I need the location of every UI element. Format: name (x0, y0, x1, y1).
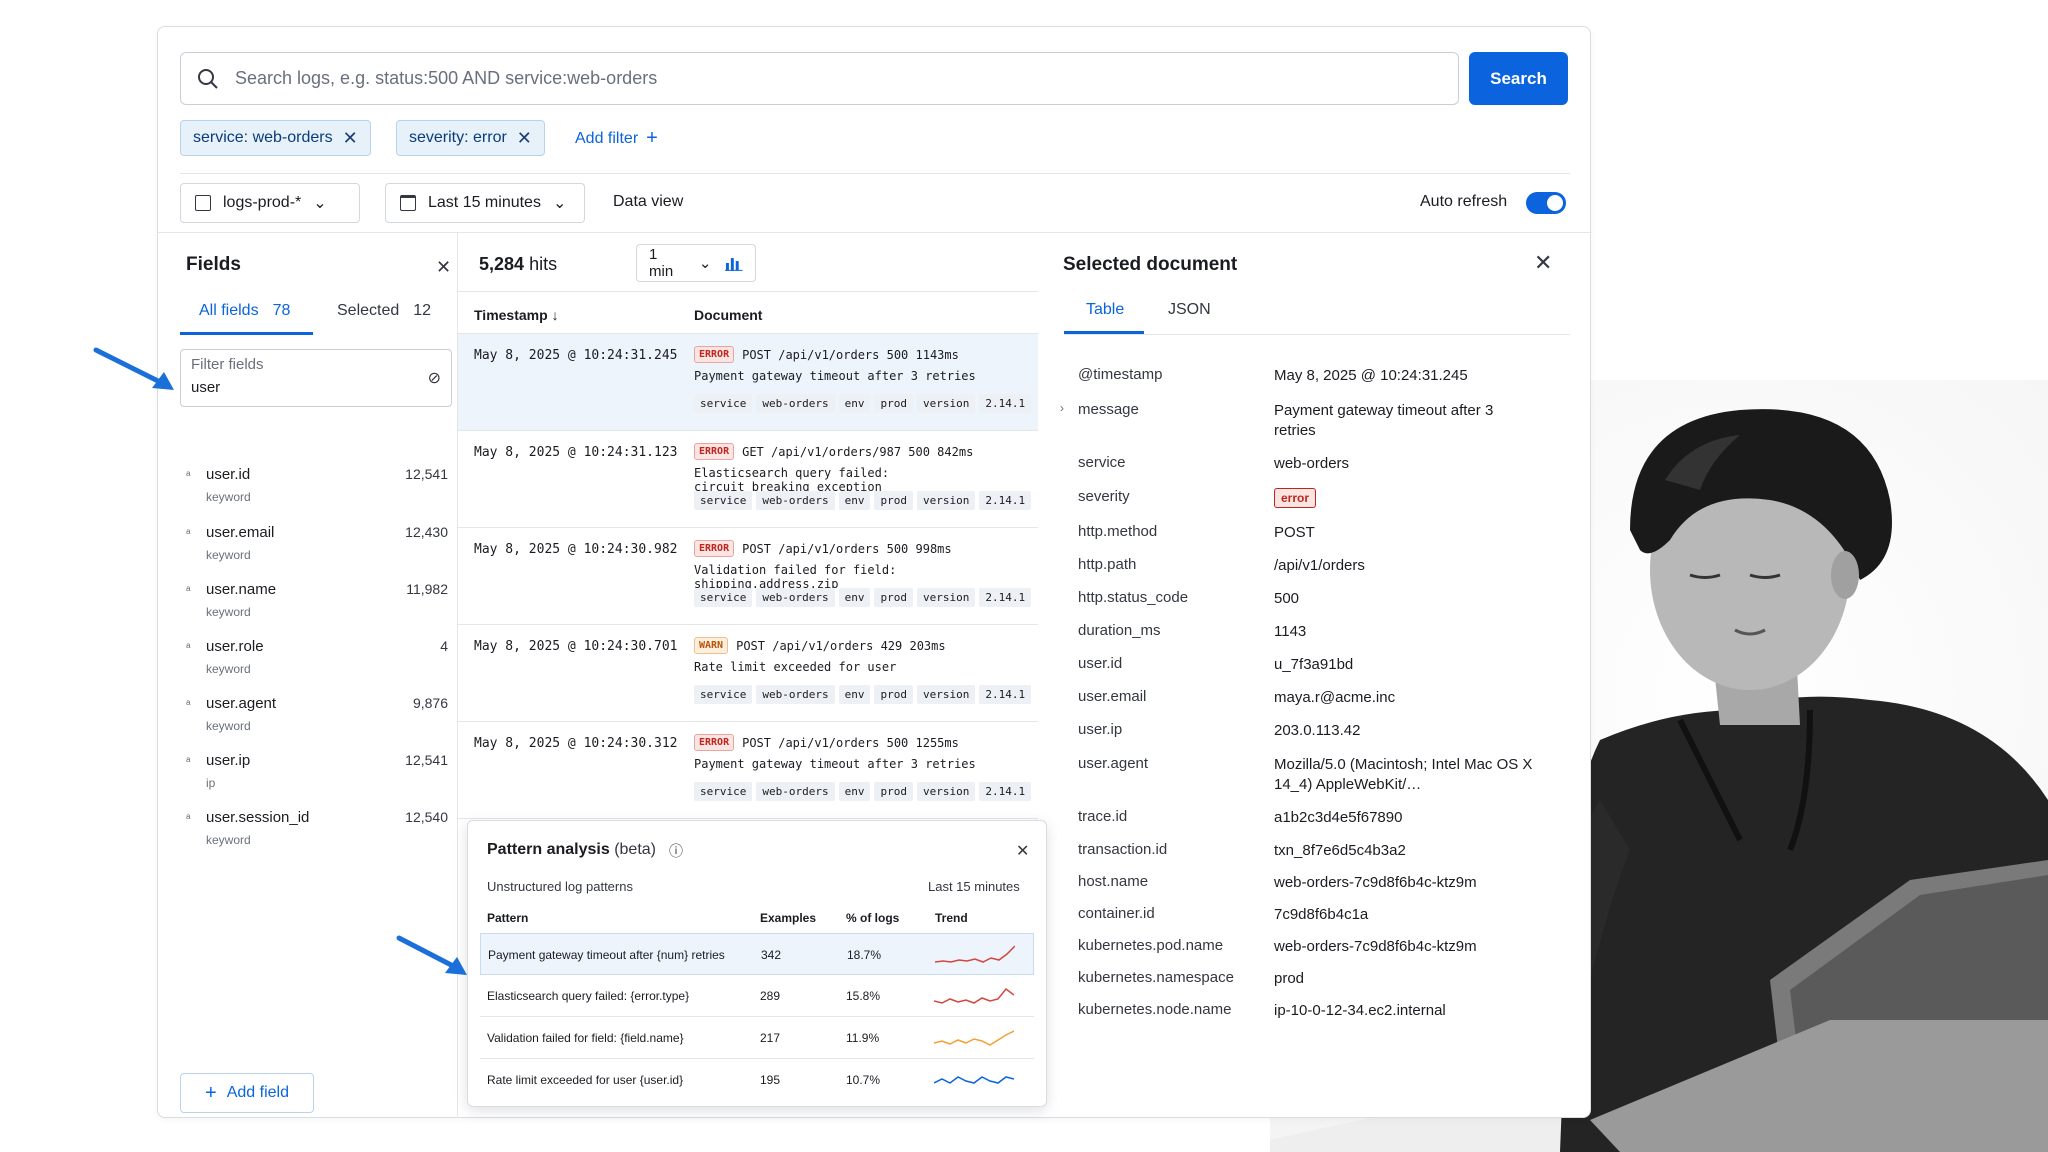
pattern-row[interactable]: Elasticsearch query failed: {error.type}… (480, 975, 1034, 1017)
checkbox-icon (195, 195, 211, 211)
log-explorer-panel: Search service: web-orders ✕ severity: e… (157, 26, 1592, 1118)
remove-filter-icon[interactable]: ✕ (343, 128, 358, 149)
annotation-arrow-icon (396, 935, 467, 975)
search-bar (180, 52, 1459, 105)
field-item-user-role[interactable]: ᵃ user.role keyword 4 (186, 638, 448, 694)
search-icon (198, 68, 218, 89)
tab-table[interactable]: Table (1086, 301, 1124, 319)
tab-selected-fields[interactable]: Selected 12 (337, 302, 431, 320)
plus-icon: + (205, 1081, 217, 1104)
trend-sparkline (935, 945, 1015, 963)
field-type-icon: ᵃ (186, 583, 191, 597)
plus-icon: + (646, 127, 658, 149)
auto-refresh-toggle[interactable] (1526, 192, 1566, 214)
log-row[interactable]: May 8, 2025 @ 10:24:30.701 WARN POST /api… (458, 625, 1038, 722)
search-button[interactable]: Search (1469, 52, 1568, 105)
tab-json[interactable]: JSON (1168, 301, 1211, 319)
selected-document-panel: Selected document ✕ Table JSON @timestam… (1038, 232, 1592, 1118)
close-icon[interactable]: ✕ (1016, 841, 1029, 861)
close-icon[interactable]: ✕ (1534, 250, 1552, 276)
hits-count: 5,284 hits (479, 254, 558, 274)
pattern-analysis-popup: Pattern analysis (beta) ⓘ ✕ Unstructured… (467, 820, 1047, 1107)
filter-fields-input[interactable]: Filter fields user ⊘ (180, 349, 452, 407)
field-item-user-agent[interactable]: ᵃ user.agent keyword 9,876 (186, 695, 448, 751)
filter-chip-label: service: web-orders (193, 129, 333, 146)
level-badge: ERROR (694, 443, 735, 460)
field-item-user-session-id[interactable]: ᵃ user.session_id keyword 12,540 (186, 809, 448, 865)
filter-chip-label: severity: error (409, 129, 507, 146)
trend-sparkline (934, 1030, 1014, 1046)
timestamp-column-header[interactable]: Timestamp ↓ (474, 307, 559, 323)
chevron-down-icon: ⌄ (698, 255, 712, 272)
chevron-down-icon: ⌄ (313, 195, 327, 212)
sort-down-icon: ↓ (551, 307, 559, 323)
field-item-user-id[interactable]: ᵃ user.id keyword 12,541 (186, 466, 448, 522)
field-type-icon: ᵃ (186, 811, 191, 825)
fields-sidebar: Fields ✕ All fields 78 Selected 12 Filter … (158, 232, 458, 1118)
log-row[interactable]: May 8, 2025 @ 10:24:30.312 ERROR POST /ap… (458, 722, 1038, 819)
pattern-row[interactable]: Validation failed for field: {field.name… (480, 1017, 1034, 1059)
field-item-user-name[interactable]: ᵃ user.name keyword 11,982 (186, 581, 448, 637)
close-icon[interactable]: ✕ (436, 257, 451, 278)
log-row[interactable]: May 8, 2025 @ 10:24:31.123 ERROR GET /api… (458, 431, 1038, 528)
pattern-row[interactable]: Rate limit exceeded for user {user.id} 1… (480, 1059, 1034, 1101)
level-badge: WARN (694, 637, 729, 654)
add-field-button[interactable]: + Add field (180, 1073, 314, 1113)
fields-title: Fields (186, 254, 241, 275)
trend-sparkline (934, 1076, 1014, 1084)
clear-filter-icon[interactable]: ⊘ (428, 368, 441, 388)
hits-header: 5,284 hits 1 min ⌄ (458, 232, 1038, 292)
filter-chip-severity[interactable]: severity: error ✕ (396, 120, 545, 156)
auto-refresh-label: Auto refresh (1420, 193, 1508, 210)
level-badge: ERROR (694, 346, 735, 363)
add-filter-button[interactable]: Add filter + (575, 127, 658, 150)
field-type-icon: ᵃ (186, 640, 191, 654)
field-type-icon: ᵃ (186, 754, 191, 768)
chevron-right-icon[interactable]: › (1060, 401, 1064, 415)
document-column-header: Document (694, 307, 763, 323)
tab-all-fields[interactable]: All fields 78 (199, 302, 290, 320)
field-type-icon: ᵃ (186, 697, 191, 711)
search-input[interactable] (235, 68, 1458, 89)
bar-chart-icon[interactable] (725, 255, 743, 271)
level-badge: ERROR (694, 734, 735, 751)
severity-badge: error (1274, 488, 1317, 508)
table-header: Timestamp ↓ Document (458, 292, 1038, 334)
filter-chip-service[interactable]: service: web-orders ✕ (180, 120, 371, 156)
time-range-dropdown[interactable]: Last 15 minutes ⌄ (385, 183, 585, 223)
field-item-user-email[interactable]: ᵃ user.email keyword 12,430 (186, 524, 448, 580)
log-row[interactable]: May 8, 2025 @ 10:24:31.245 ERROR POST /ap… (458, 334, 1038, 431)
log-row[interactable]: May 8, 2025 @ 10:24:30.982 ERROR POST /ap… (458, 528, 1038, 625)
interval-dropdown[interactable]: 1 min ⌄ (636, 244, 756, 282)
calendar-icon (400, 195, 416, 211)
level-badge: ERROR (694, 540, 735, 557)
info-icon[interactable]: ⓘ (669, 841, 683, 861)
data-view-link[interactable]: Data view (613, 193, 683, 211)
pattern-row[interactable]: Payment gateway timeout after {num} retr… (480, 933, 1034, 975)
field-item-user-ip[interactable]: ᵃ user.ip ip 12,541 (186, 752, 448, 808)
field-type-icon: ᵃ (186, 526, 191, 540)
field-type-icon: ᵃ (186, 468, 191, 482)
annotation-arrow-icon (93, 347, 174, 390)
chevron-down-icon: ⌄ (552, 195, 567, 212)
document-title: Selected document (1063, 254, 1238, 275)
trend-sparkline (934, 987, 1014, 1004)
index-pattern-dropdown[interactable]: logs-prod-* ⌄ (180, 183, 360, 223)
pattern-analysis-title: Pattern analysis (beta) (487, 841, 656, 858)
remove-filter-icon[interactable]: ✕ (517, 128, 532, 149)
